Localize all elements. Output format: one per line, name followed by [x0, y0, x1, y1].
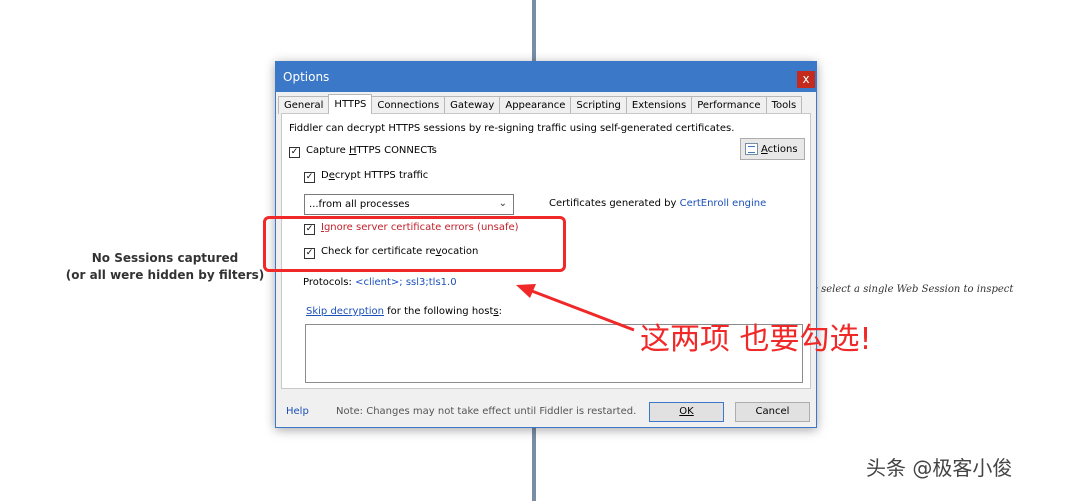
decrypt-https-checkbox[interactable]: ✓: [304, 172, 315, 183]
tab-appearance[interactable]: Appearance: [499, 96, 572, 114]
capture-https-label[interactable]: Capture HTTPS CONNECTs: [306, 145, 437, 156]
close-icon: x: [802, 72, 810, 86]
process-filter-value: ...from all processes: [309, 199, 410, 210]
inspector-hint: e select a single Web Session to inspect: [812, 284, 1014, 295]
check-icon: ✓: [290, 147, 299, 157]
cancel-button[interactable]: Cancel: [735, 402, 810, 422]
watermark: 头条 @极客小俊: [866, 456, 1013, 480]
process-filter-select[interactable]: ...from all processes ⌄: [304, 194, 514, 215]
tab-scripting[interactable]: Scripting: [570, 96, 627, 114]
tab-gateway[interactable]: Gateway: [444, 96, 501, 114]
protocols-label: Protocols:: [303, 277, 356, 288]
empty-sessions-line2: (or all were hidden by filters): [65, 268, 265, 282]
protocols-row: Protocols: <client>; ssl3;tls1.0: [303, 277, 457, 288]
tab-general[interactable]: General: [278, 96, 330, 114]
empty-sessions-message: No Sessions captured (or all were hidden…: [60, 250, 270, 284]
tab-strip: General HTTPS Connections Gateway Appear…: [278, 94, 803, 114]
annotation-text: 这两项 也要勾选!: [640, 322, 872, 357]
check-icon: ✓: [305, 172, 314, 182]
cert-engine-link[interactable]: CertEnroll engine: [680, 198, 767, 209]
skip-decryption-link[interactable]: Skip decryption: [306, 306, 384, 317]
skip-decryption-row: Skip decryption for the following hosts:: [306, 306, 502, 317]
tab-connections[interactable]: Connections: [371, 96, 446, 114]
decrypt-https-label[interactable]: Decrypt HTTPS traffic: [321, 170, 428, 181]
restart-note: Note: Changes may not take effect until …: [336, 406, 637, 417]
highlight-box: [263, 216, 566, 272]
cert-generator-info: Certificates generated by CertEnroll eng…: [549, 198, 767, 209]
protocols-link[interactable]: <client>; ssl3;tls1.0: [355, 277, 457, 288]
ok-button[interactable]: OK: [649, 402, 724, 422]
empty-sessions-line1: No Sessions captured: [91, 251, 239, 265]
dialog-titlebar[interactable]: Options x: [276, 62, 816, 92]
help-link[interactable]: Help: [286, 406, 309, 417]
annotation-arrow: [516, 284, 635, 332]
tab-https[interactable]: HTTPS: [328, 94, 373, 114]
arrow-shaft: [523, 286, 635, 332]
arrow-head: [516, 284, 536, 298]
tab-performance[interactable]: Performance: [691, 96, 767, 114]
https-description: Fiddler can decrypt HTTPS sessions by re…: [289, 123, 735, 134]
chevron-down-icon: ⌄: [498, 198, 507, 209]
tab-extensions[interactable]: Extensions: [625, 96, 693, 114]
capture-https-checkbox[interactable]: ✓: [289, 147, 300, 158]
actions-label: Actions: [761, 144, 798, 155]
actions-button[interactable]: Actions: [740, 138, 805, 160]
dialog-title: Options: [283, 70, 330, 84]
actions-icon: [745, 143, 758, 155]
tab-tools[interactable]: Tools: [765, 96, 803, 114]
close-button[interactable]: x: [797, 71, 815, 88]
